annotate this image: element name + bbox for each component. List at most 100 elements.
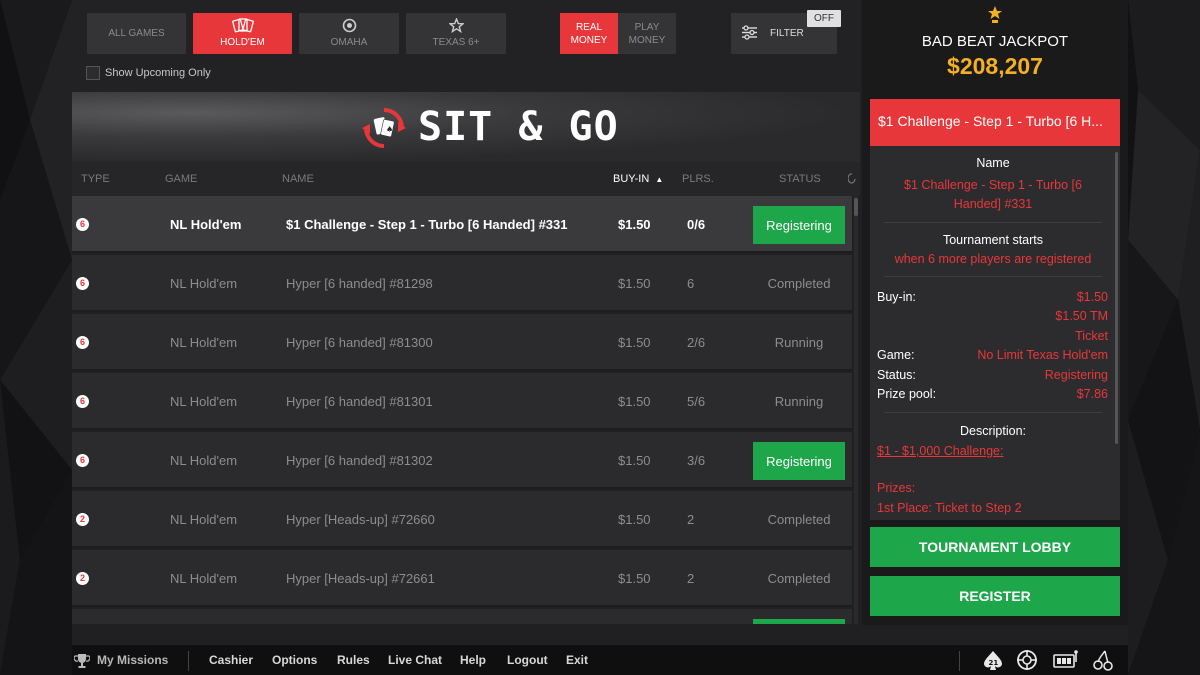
row-players: 3/6 [687,453,706,468]
register-status-button[interactable] [753,619,845,624]
filter-state-badge[interactable]: OFF [807,10,841,27]
detail-buyin-ticket: Ticket [1075,329,1108,343]
cherries-icon[interactable] [1092,649,1114,671]
chip-icon [342,18,357,36]
refresh-icon[interactable] [847,173,856,187]
slot-machine-icon[interactable] [1053,649,1079,671]
footer-link-rules[interactable]: Rules [337,653,370,667]
list-scrollbar[interactable] [854,196,858,624]
detail-description-link[interactable]: $1 - $1,000 Challenge: [877,444,1003,458]
row-players: 2 [687,512,695,527]
table-row[interactable]: 2 NL Hold'em Hyper [Heads-up] #72661 $1.… [72,550,852,607]
upcoming-checkbox[interactable] [86,66,100,80]
roulette-icon[interactable] [1016,649,1038,671]
background-right [1128,0,1200,675]
detail-buyin-tm: $1.50 TM [1055,309,1108,323]
details-scrollbar[interactable] [1115,152,1118,444]
row-players: 5/6 [687,394,706,409]
register-status-button[interactable]: Registering [753,442,845,480]
register-button[interactable]: REGISTER [870,576,1120,616]
footer-divider [188,651,189,671]
row-buyin: $1.50 [618,394,651,409]
jackpot-label: BAD BEAT JACKPOT [921,33,1069,50]
table-row[interactable]: 6 NL Hold'em Hyper [6 handed] #81301 $1.… [72,373,852,430]
row-status: Running [774,394,824,409]
divider [884,412,1102,413]
row-game: NL Hold'em [170,335,238,350]
table-row[interactable]: 6 NL Hold'em Hyper [6 handed] #81300 $1.… [72,314,852,371]
header-game[interactable]: GAME [165,173,197,185]
row-buyin: $1.50 [618,512,651,527]
detail-status-label: Status: [877,368,916,382]
star-icon [447,17,465,36]
tab-play-money[interactable]: PLAY MONEY [618,13,676,54]
footer-link-help[interactable]: Help [460,653,486,667]
filter-bar: ALL GAMES HOLD'EM OMAHA TEXAS 6+ REAL MO… [72,0,860,92]
table-size-badge: 6 [76,277,89,290]
detail-game-value: No Limit Texas Hold'em [977,348,1108,362]
tournament-list: 6 NL Hold'em $1 Challenge - Step 1 - Tur… [72,196,852,624]
row-players: 2 [687,571,695,586]
header-status[interactable]: STATUS [779,173,821,185]
banner-title: SIT & GO [418,104,619,150]
table-size-badge: 6 [76,336,89,349]
svg-text:♠: ♠ [386,125,393,134]
tab-holdem[interactable]: HOLD'EM [193,13,292,54]
footer-bar: My Missions Cashier Options Rules Live C… [72,645,1128,675]
footer-link-live-chat[interactable]: Live Chat [388,653,442,667]
table-size-badge: 6 [76,454,89,467]
footer-link-options[interactable]: Options [272,653,317,667]
tab-real-money[interactable]: REAL MONEY [560,13,618,54]
header-buyin[interactable]: BUY-IN ▲ [613,173,663,185]
row-name: $1 Challenge - Step 1 - Turbo [6 Handed]… [286,217,568,232]
divider [884,222,1102,223]
footer-link-exit[interactable]: Exit [566,653,588,667]
row-players: 0/6 [687,217,706,232]
table-row[interactable] [72,609,852,624]
table-row[interactable]: 6 NL Hold'em Hyper [6 handed] #81298 $1.… [72,255,852,312]
table-row[interactable]: 2 NL Hold'em Hyper [Heads-up] #72660 $1.… [72,491,852,548]
row-buyin: $1.50 [618,217,651,232]
scrollbar-thumb[interactable] [854,198,858,216]
table-size-badge: 6 [76,218,89,231]
divider [884,276,1102,277]
sit-and-go-logo-icon: ♠ [362,106,406,155]
cards-icon [231,18,255,36]
tab-label: HOLD'EM [220,37,265,48]
trophy-icon [73,653,91,674]
table-header: TYPE GAME NAME BUY-IN ▲ PLRS. STATUS [72,162,860,196]
detail-prizes-label: Prizes: [877,481,916,495]
row-name: Hyper [Heads-up] #72661 [286,571,435,586]
register-status-button[interactable]: Registering [753,206,845,244]
row-name: Hyper [6 handed] #81301 [286,394,433,409]
filter-label: FILTER [770,28,804,39]
row-players: 2/6 [687,335,706,350]
detail-prizes-first: 1st Place: Ticket to Step 2 [877,501,1022,515]
tournament-details: Name $1 Challenge - Step 1 - Turbo [6 Ha… [870,146,1120,520]
upcoming-toggle[interactable]: Show Upcoming Only [86,66,211,80]
my-missions-link[interactable]: My Missions [97,653,168,667]
footer-link-cashier[interactable]: Cashier [209,653,253,667]
tab-label: ALL GAMES [108,27,165,39]
row-name: Hyper [6 handed] #81298 [286,276,433,291]
sort-ascending-icon: ▲ [655,175,664,184]
header-type[interactable]: TYPE [81,173,110,185]
tab-texas-6plus[interactable]: TEXAS 6+ [406,13,506,54]
header-plrs[interactable]: PLRS. [682,173,714,185]
footer-link-logout[interactable]: Logout [507,653,548,667]
blackjack-21-icon[interactable]: 21 [982,649,1004,671]
tournament-lobby-button[interactable]: TOURNAMENT LOBBY [870,527,1120,567]
tab-label: PLAY MONEY [628,21,666,46]
jackpot-amount: $208,207 [947,53,1043,79]
tab-all-games[interactable]: ALL GAMES [87,13,186,54]
table-row[interactable]: 6 NL Hold'em Hyper [6 handed] #81302 $1.… [72,432,852,489]
table-size-badge: 2 [76,513,89,526]
tab-label: TEXAS 6+ [432,37,480,48]
tab-omaha[interactable]: OMAHA [299,13,399,54]
row-game: NL Hold'em [170,453,238,468]
header-name[interactable]: NAME [282,173,314,185]
table-row[interactable]: 6 NL Hold'em $1 Challenge - Step 1 - Tur… [72,196,852,253]
detail-starts-value: when 6 more players are registered [894,252,1092,266]
sit-and-go-banner: ♠ SIT & GO [72,92,860,162]
detail-name-label: Name [976,156,1010,170]
